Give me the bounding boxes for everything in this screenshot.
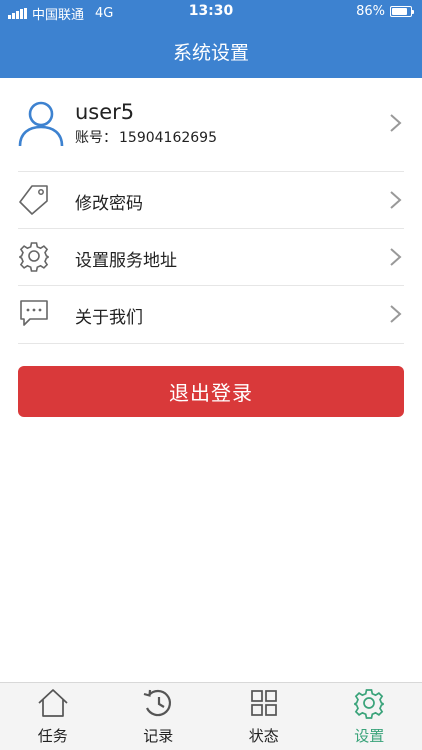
menu-item-label: 关于我们 — [75, 308, 143, 328]
menu-item-label: 修改密码 — [75, 194, 143, 214]
grid-icon — [250, 690, 277, 716]
status-bar: 中国联通 4G 13:30 86% — [0, 0, 422, 24]
tab-settings[interactable]: 设置 — [317, 683, 422, 750]
menu-item-label: 设置服务地址 — [75, 251, 177, 271]
profile-row[interactable]: user5 账号： 15904162695 — [18, 84, 404, 172]
page-title: 系统设置 — [172, 42, 249, 64]
profile-account: 账号： 15904162695 — [75, 127, 217, 147]
user-avatar-icon — [18, 101, 64, 147]
menu-item-service-address[interactable]: 设置服务地址 — [18, 229, 404, 286]
top-bar: 中国联通 4G 13:30 86% 系统设置 — [0, 0, 422, 78]
tag-icon — [19, 185, 48, 215]
logout-button[interactable]: 退出登录 — [18, 366, 404, 417]
tab-label: 设置 — [354, 727, 385, 745]
profile-username: user5 — [75, 100, 135, 124]
chevron-right-icon — [390, 305, 402, 323]
battery-percent: 86% — [356, 4, 385, 19]
home-icon — [38, 689, 68, 717]
menu-item-change-password[interactable]: 修改密码 — [18, 172, 404, 229]
battery-fill — [392, 8, 408, 15]
battery-icon — [390, 6, 414, 17]
chevron-right-icon — [390, 191, 402, 209]
tab-records[interactable]: 记录 — [106, 683, 212, 750]
tab-tasks[interactable]: 任务 — [0, 683, 106, 750]
chevron-right-icon — [390, 114, 402, 132]
gear-icon — [19, 242, 49, 272]
account-number: 15904162695 — [119, 130, 217, 146]
tab-status[interactable]: 状态 — [211, 683, 317, 750]
tab-label: 记录 — [143, 727, 174, 745]
chat-bubble-icon — [20, 300, 48, 326]
status-right: 86% — [356, 4, 414, 19]
menu-item-about-us[interactable]: 关于我们 — [18, 286, 404, 344]
gear-icon — [354, 689, 385, 719]
tab-label: 任务 — [37, 727, 68, 745]
tab-bar: 任务 记录 状态 设置 — [0, 682, 422, 750]
tab-label: 状态 — [248, 727, 279, 745]
account-label: 账号： — [75, 130, 117, 146]
history-icon — [143, 689, 172, 717]
chevron-right-icon — [390, 248, 402, 266]
